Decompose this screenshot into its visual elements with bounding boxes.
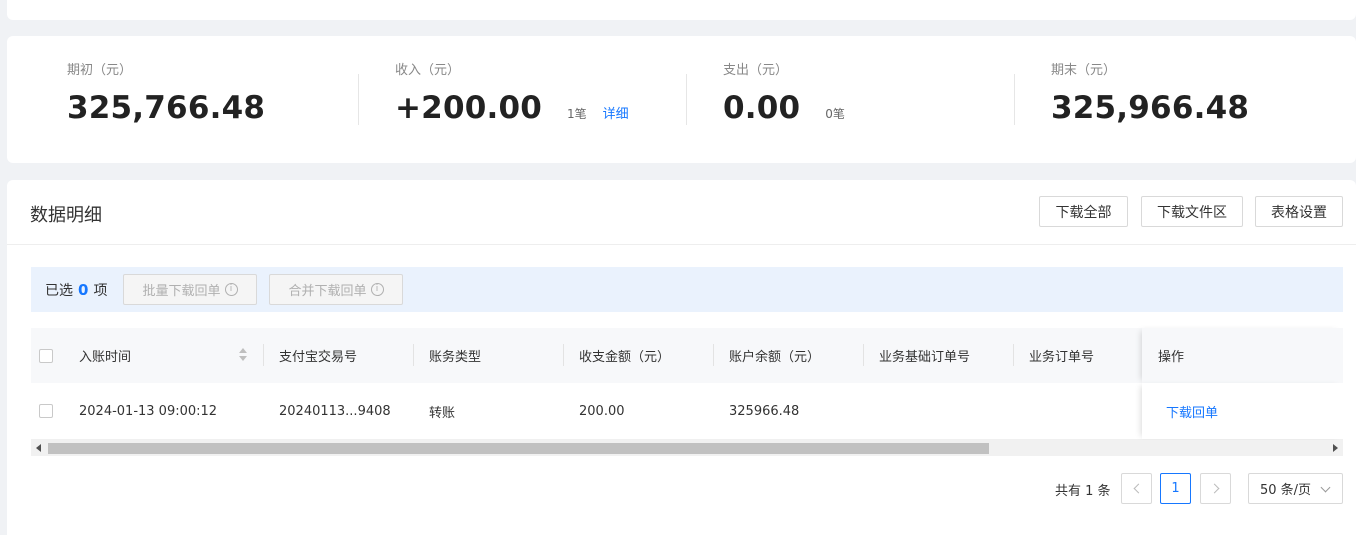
chevron-down-icon	[1320, 482, 1331, 493]
chevron-right-icon	[1209, 483, 1219, 494]
download-files-button[interactable]: 下载文件区	[1141, 196, 1243, 227]
info-icon: i	[370, 283, 384, 296]
selection-prefix: 已选	[45, 283, 73, 299]
chevron-left-icon	[1133, 483, 1143, 494]
column-header-label: 入账时间	[79, 350, 132, 365]
stat-expense: 支出（元） 0.00 0笔	[723, 62, 845, 126]
scroll-left-arrow-icon[interactable]	[36, 444, 41, 452]
detail-title: 数据明细	[30, 205, 102, 226]
column-header-order: 业务订单号	[1029, 350, 1095, 365]
stat-closing-value: 325,966.48	[1051, 90, 1250, 126]
selection-suffix: 项	[93, 283, 108, 299]
column-separator	[863, 344, 864, 366]
horizontal-scrollbar[interactable]	[31, 440, 1343, 456]
stat-divider	[686, 74, 687, 125]
page-size-value: 50 条/页	[1260, 483, 1312, 498]
column-header-type: 账务类型	[429, 350, 482, 365]
row-checkbox-cell	[39, 383, 53, 439]
column-header-balance: 账户余额（元）	[729, 350, 821, 365]
column-separator	[263, 344, 264, 366]
stat-expense-value: 0.00	[723, 90, 801, 126]
next-page-button[interactable]	[1200, 473, 1231, 504]
top-card-strip	[7, 0, 1356, 20]
cell-type: 转账	[429, 405, 456, 421]
detail-table: 入账时间 支付宝交易号 账务类型 收支金额（元） 账户余额（元） 业务基础订单号…	[31, 328, 1343, 440]
batch-download-label: 批量下载回单	[142, 284, 221, 299]
stat-income: 收入（元） +200.00 1笔 详细	[395, 62, 629, 126]
stat-income-count: 1笔	[567, 107, 587, 121]
scroll-right-arrow-icon[interactable]	[1333, 444, 1338, 452]
page-size-select[interactable]: 50 条/页	[1248, 473, 1343, 504]
column-separator	[1013, 344, 1014, 366]
scrollbar-thumb[interactable]	[48, 443, 989, 454]
column-header-trade-no: 支付宝交易号	[279, 350, 358, 365]
column-separator	[563, 344, 564, 366]
page-number-button[interactable]: 1	[1160, 473, 1191, 504]
cell-amount: 200.00	[579, 403, 625, 419]
column-header-action: 操作	[1158, 350, 1185, 365]
table-row[interactable]: 2024-01-13 09:00:12 20240113...9408 转账 2…	[31, 383, 1343, 440]
fixed-action-column-header: 操作	[1142, 328, 1343, 383]
column-separator	[713, 344, 714, 366]
stat-income-value: +200.00	[395, 90, 543, 126]
merge-download-label: 合并下载回单	[288, 284, 367, 299]
sort-icon[interactable]	[239, 348, 247, 362]
table-settings-button[interactable]: 表格设置	[1255, 196, 1343, 227]
info-icon: i	[224, 283, 238, 296]
selection-status: 已选 0 项	[45, 280, 107, 300]
selection-bar: 已选 0 项 批量下载回单 i 合并下载回单 i	[31, 267, 1343, 312]
stat-opening-label: 期初（元）	[67, 63, 133, 78]
header-divider	[7, 244, 1356, 245]
selection-count: 0	[78, 281, 89, 299]
prev-page-button[interactable]	[1121, 473, 1152, 504]
fixed-action-column-cell: 下载回单	[1142, 383, 1343, 439]
column-header-time[interactable]: 入账时间	[79, 328, 247, 383]
column-header-amount: 收支金额（元）	[579, 350, 671, 365]
income-detail-link[interactable]: 详细	[603, 103, 629, 122]
batch-download-button[interactable]: 批量下载回单 i	[123, 274, 257, 305]
summary-card: 期初（元） 325,766.48 收入（元） +200.00 1笔 详细 支出（…	[7, 36, 1356, 163]
merge-download-button[interactable]: 合并下载回单 i	[269, 274, 403, 305]
stat-income-label: 收入（元）	[395, 63, 461, 78]
stat-closing: 期末（元） 325,966.48	[1051, 62, 1249, 126]
download-receipt-link[interactable]: 下载回单	[1166, 402, 1218, 421]
pagination-total: 共有 1 条	[1055, 484, 1111, 499]
cell-balance: 325966.48	[729, 403, 800, 419]
cell-trade-no: 20240113...9408	[279, 403, 391, 419]
stat-expense-label: 支出（元）	[723, 63, 789, 78]
stat-divider	[358, 74, 359, 125]
select-all-checkbox[interactable]	[39, 348, 53, 363]
column-header-base-order: 业务基础订单号	[879, 350, 971, 365]
stat-closing-label: 期末（元）	[1051, 63, 1117, 78]
stat-divider	[1014, 74, 1015, 125]
header-checkbox-cell	[39, 328, 53, 383]
detail-card: 数据明细 下载全部 下载文件区 表格设置 已选 0 项 批量下载回单 i 合并下…	[7, 180, 1356, 535]
column-separator	[413, 344, 414, 366]
download-all-button[interactable]: 下载全部	[1039, 196, 1128, 227]
stat-opening-value: 325,766.48	[67, 90, 266, 126]
cell-time: 2024-01-13 09:00:12	[79, 403, 218, 419]
stat-expense-count: 0笔	[825, 107, 845, 121]
table-header: 入账时间 支付宝交易号 账务类型 收支金额（元） 账户余额（元） 业务基础订单号…	[31, 328, 1343, 383]
row-checkbox[interactable]	[39, 404, 53, 418]
stat-opening: 期初（元） 325,766.48	[67, 62, 265, 126]
